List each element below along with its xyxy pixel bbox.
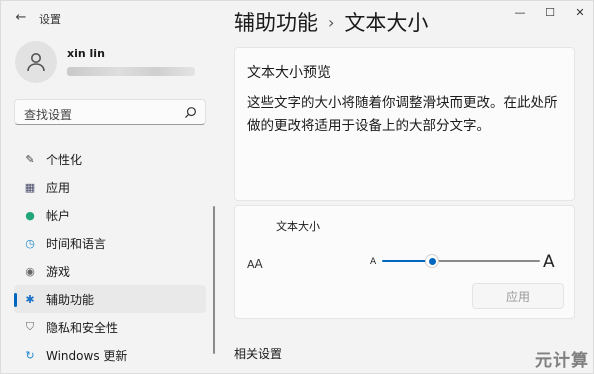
user-profile[interactable]: xin lin xyxy=(15,41,205,87)
text-preview-card: 文本大小预览 这些文字的大小将随着你调整滑块而更改。在此处所做的更改将适用于设备… xyxy=(234,47,575,201)
settings-window: ← 设置 — ☐ ✕ xin lin 查找设置 ✎ 个性化 ▦ 应用 ● 帐户 ◷ 时间和语言… xyxy=(0,0,594,374)
text-size-icon-big: A xyxy=(254,257,263,271)
sidebar-item-label: 时间和语言 xyxy=(46,236,107,251)
gamepad-icon: ◉ xyxy=(25,264,35,278)
text-size-card: 文本大小 AA A A 应用 xyxy=(234,205,575,319)
sidebar-item-label: 隐私和安全性 xyxy=(46,320,119,335)
slider-thumb[interactable] xyxy=(425,254,439,268)
sidebar-item[interactable]: ✱ 辅助功能 xyxy=(14,285,206,313)
window-controls: — ☐ ✕ xyxy=(505,1,594,23)
sidebar-item-label: 辅助功能 xyxy=(46,292,95,307)
slider-min-label: A xyxy=(370,257,377,267)
sidebar-nav: ✎ 个性化 ▦ 应用 ● 帐户 ◷ 时间和语言 ◉ 游戏 ✱ 辅助功能 ⛉ 隐私和安全性 ↻ Windows … xyxy=(14,145,206,369)
watermark: 元计算 xyxy=(535,351,589,371)
sidebar-item[interactable]: ◷ 时间和语言 xyxy=(14,229,206,257)
user-name: xin lin xyxy=(67,47,105,60)
slider-track-empty xyxy=(437,260,540,262)
accessibility-icon: ✱ xyxy=(25,292,35,306)
back-button[interactable]: ← xyxy=(11,7,31,27)
minimize-icon: — xyxy=(514,5,526,19)
user-email-redacted xyxy=(67,67,195,76)
preview-title: 文本大小预览 xyxy=(247,65,331,81)
app-title: 设置 xyxy=(39,13,61,26)
sidebar-item-label: Windows 更新 xyxy=(46,348,128,363)
slider-track-filled xyxy=(382,260,427,262)
close-icon: ✕ xyxy=(575,5,585,19)
back-arrow-icon: ← xyxy=(15,9,27,25)
text-size-label: 文本大小 xyxy=(276,220,320,233)
user-icon xyxy=(27,53,45,72)
globe-clock-icon: ◷ xyxy=(25,236,35,250)
sidebar-item[interactable]: ▦ 应用 xyxy=(14,173,206,201)
breadcrumb: 辅助功能 › 文本大小 xyxy=(234,7,428,37)
sidebar-item-label: 个性化 xyxy=(46,152,83,167)
avatar xyxy=(15,41,57,83)
brush-icon: ✎ xyxy=(25,152,35,166)
search-box[interactable]: 查找设置 xyxy=(14,99,206,125)
minimize-button[interactable]: — xyxy=(505,1,535,23)
maximize-button[interactable]: ☐ xyxy=(535,1,565,23)
search-input[interactable]: 查找设置 xyxy=(24,106,72,123)
apps-icon: ▦ xyxy=(24,180,36,194)
breadcrumb-separator-icon: › xyxy=(328,12,335,32)
preview-text: 这些文字的大小将随着你调整滑块而更改。在此处所做的更改将适用于设备上的大部分文字… xyxy=(247,95,558,134)
sidebar-item[interactable]: ✎ 个性化 xyxy=(14,145,206,173)
breadcrumb-parent[interactable]: 辅助功能 xyxy=(234,7,318,37)
sidebar-item-label: 游戏 xyxy=(46,264,71,279)
text-size-icon: AA xyxy=(247,257,263,271)
sidebar-item-label: 应用 xyxy=(46,180,71,195)
page-title: 文本大小 xyxy=(344,11,429,35)
update-icon: ↻ xyxy=(25,348,35,362)
active-indicator xyxy=(14,293,17,307)
shield-icon: ⛉ xyxy=(25,320,35,333)
close-button[interactable]: ✕ xyxy=(565,1,594,23)
sidebar-item[interactable]: ↻ Windows 更新 xyxy=(14,341,206,369)
slider-max-label: A xyxy=(543,252,555,272)
maximize-icon: ☐ xyxy=(545,5,555,19)
search-icon[interactable] xyxy=(184,106,197,119)
sidebar-item[interactable]: ◉ 游戏 xyxy=(14,257,206,285)
related-settings-heading: 相关设置 xyxy=(234,347,283,361)
sidebar-item-label: 帐户 xyxy=(46,208,71,223)
sidebar-item[interactable]: ⛉ 隐私和安全性 xyxy=(14,313,206,341)
sidebar-scrollbar[interactable] xyxy=(213,206,215,354)
text-size-slider[interactable] xyxy=(382,254,540,268)
account-icon: ● xyxy=(25,208,35,222)
text-size-icon-small: A xyxy=(247,258,255,271)
apply-button[interactable]: 应用 xyxy=(472,283,564,309)
sidebar-item[interactable]: ● 帐户 xyxy=(14,201,206,229)
